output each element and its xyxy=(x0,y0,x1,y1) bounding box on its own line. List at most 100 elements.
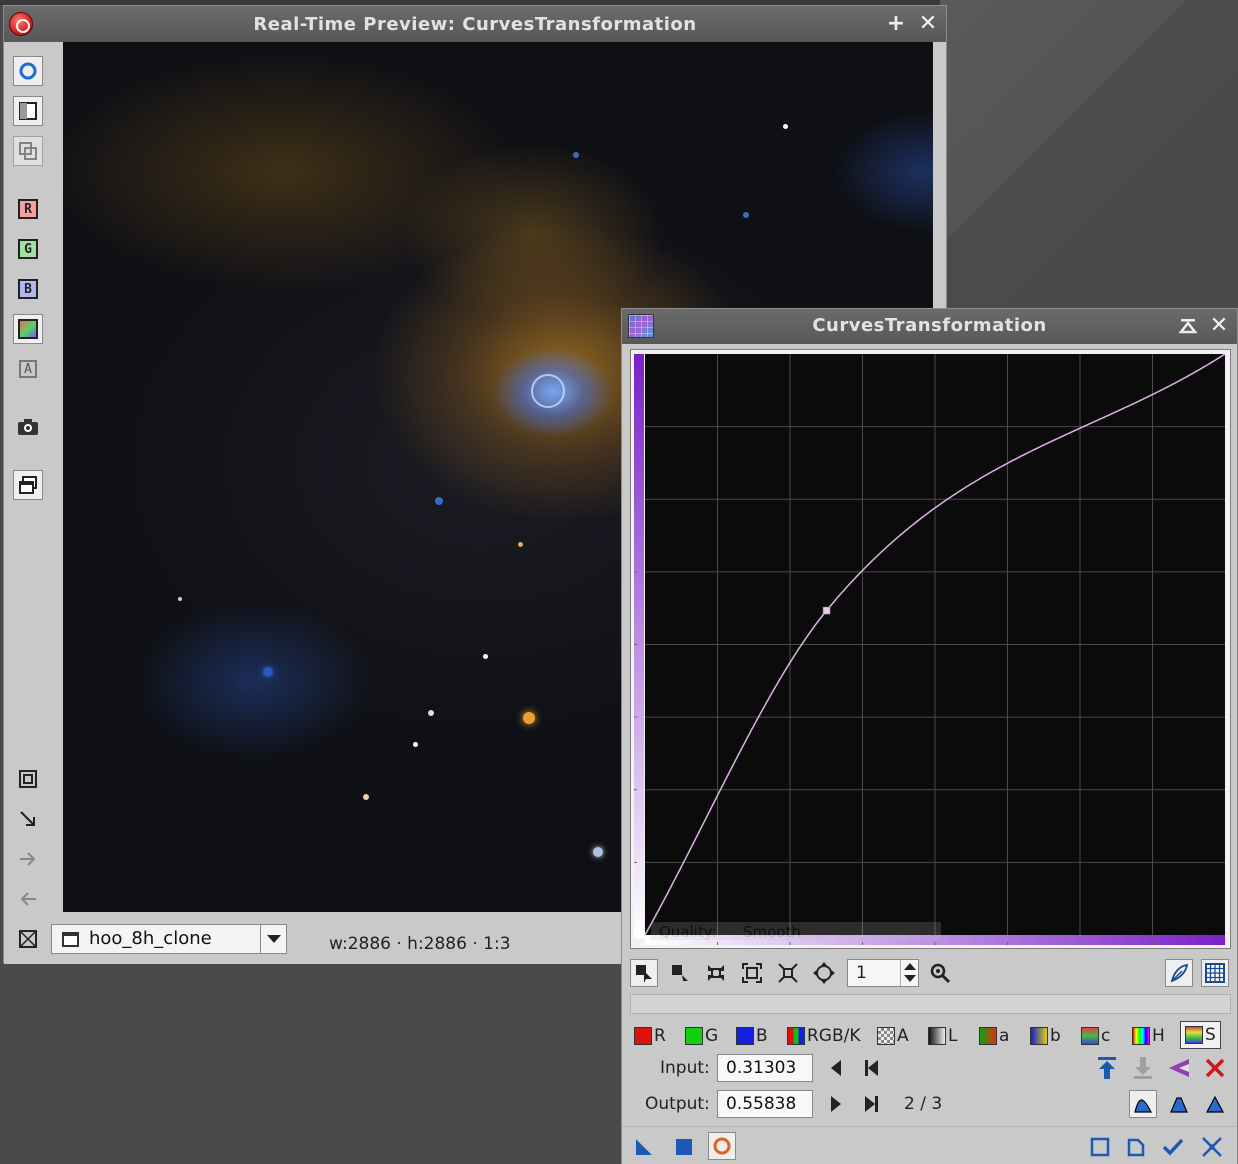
star xyxy=(263,667,273,677)
channel-r-label: R xyxy=(18,199,38,219)
invert-button[interactable] xyxy=(1165,1054,1193,1082)
interp-cubic-button[interactable] xyxy=(1129,1090,1157,1118)
bar-icon xyxy=(874,1096,878,1112)
curves-close-icon[interactable]: ✕ xyxy=(1208,315,1230,337)
zoom-button[interactable] xyxy=(926,959,954,987)
channel-s[interactable]: S xyxy=(1180,1021,1221,1049)
channel-b[interactable]: B xyxy=(736,1023,768,1049)
preview-title: Real-Time Preview: CurvesTransformation xyxy=(253,14,697,35)
input-field[interactable]: 0.31303 xyxy=(717,1054,813,1082)
view-selector[interactable]: hoo_8h_clone xyxy=(51,924,287,954)
forward-button[interactable] xyxy=(13,844,43,874)
swatch-alpha xyxy=(877,1027,895,1045)
circle-icon xyxy=(19,62,37,80)
preview-close-icon[interactable]: ✕ xyxy=(917,13,939,35)
fit-window-button[interactable] xyxy=(13,924,43,954)
checkmark-icon xyxy=(1162,1138,1184,1156)
zoom-fit-button[interactable] xyxy=(13,764,43,794)
curve-point-selected[interactable] xyxy=(822,606,831,615)
next-point-button[interactable] xyxy=(822,1090,850,1118)
view-selector-label: hoo_8h_clone xyxy=(89,928,212,949)
half-screen-icon xyxy=(19,102,37,120)
swatch-b-lab xyxy=(1030,1027,1048,1045)
output-field[interactable]: 0.55838 xyxy=(717,1090,813,1118)
channel-a-lab-label: a xyxy=(999,1026,1010,1046)
interp-linear-button[interactable] xyxy=(1201,1090,1229,1118)
channel-rgb-button[interactable] xyxy=(13,314,43,344)
arrow-up-bar-icon xyxy=(1098,1057,1116,1079)
collapse-arrows-icon xyxy=(1202,1137,1222,1157)
collapse-button[interactable] xyxy=(1198,1133,1226,1161)
curves-titlebar[interactable]: CurvesTransformation ✕ xyxy=(622,309,1237,344)
new-window-button[interactable] xyxy=(13,470,43,500)
channel-r-button[interactable]: R xyxy=(13,194,43,224)
mountain-mid-icon xyxy=(1170,1097,1188,1113)
contract-icon xyxy=(778,963,798,983)
show-histogram-button[interactable] xyxy=(1165,959,1193,987)
move-cross-icon xyxy=(813,962,835,984)
select-cursor-icon xyxy=(672,965,688,981)
channel-b-lab-label: b xyxy=(1050,1026,1061,1046)
channel-rgbk[interactable]: RGB/K xyxy=(787,1023,861,1049)
show-grid-button[interactable] xyxy=(1201,959,1229,987)
bubble-nebula-star xyxy=(531,374,565,408)
channel-a-lab[interactable]: a xyxy=(979,1023,1009,1049)
store-button[interactable] xyxy=(1093,1054,1121,1082)
preview-mode-button[interactable] xyxy=(13,96,43,126)
real-time-preview-button[interactable] xyxy=(708,1132,736,1160)
restore-button[interactable] xyxy=(1129,1054,1157,1082)
document-icon xyxy=(1127,1138,1145,1157)
curve-graph[interactable]: Quality: Smooth xyxy=(630,349,1231,949)
grid-icon xyxy=(1205,963,1225,983)
compare-button[interactable] xyxy=(13,136,43,166)
star xyxy=(593,847,603,857)
channel-c-label: c xyxy=(1101,1026,1111,1046)
channel-g-button[interactable]: G xyxy=(13,234,43,264)
browse-doc-button[interactable] xyxy=(1122,1133,1150,1161)
channel-h[interactable]: H xyxy=(1132,1023,1165,1049)
back-button[interactable] xyxy=(13,884,43,914)
channel-l[interactable]: L xyxy=(928,1023,957,1049)
preview-titlebar[interactable]: Real-Time Preview: CurvesTransformation … xyxy=(4,6,946,42)
zoom-reset-button[interactable] xyxy=(774,959,802,987)
pan-button[interactable] xyxy=(810,959,838,987)
reset-button[interactable] xyxy=(1086,1133,1114,1161)
channel-c[interactable]: c xyxy=(1081,1023,1110,1049)
first-point-button[interactable] xyxy=(857,1054,885,1082)
real-time-toggle-button[interactable] xyxy=(13,56,43,86)
curves-title: CurvesTransformation xyxy=(812,315,1047,336)
swatch-b xyxy=(736,1027,754,1045)
select-mode-button[interactable] xyxy=(666,959,694,987)
zoom-spinbox[interactable]: 1 xyxy=(847,959,919,987)
interp-akima-button[interactable] xyxy=(1165,1090,1193,1118)
channel-g[interactable]: G xyxy=(685,1023,718,1049)
arrow-down-bar-icon xyxy=(1134,1057,1152,1079)
last-point-button[interactable] xyxy=(857,1090,885,1118)
pin-plus-icon[interactable]: + xyxy=(885,13,907,35)
chevron-down-icon[interactable] xyxy=(260,925,286,953)
square-apply-icon xyxy=(676,1139,692,1155)
edit-cursor-icon xyxy=(636,965,652,983)
zoom-fit-button-2[interactable] xyxy=(738,959,766,987)
zoom-rect-button[interactable] xyxy=(702,959,730,987)
curve-graph-svg[interactable]: Quality: Smooth xyxy=(631,350,1230,948)
channel-a-button[interactable]: A xyxy=(13,354,43,384)
channel-b-lab[interactable]: b xyxy=(1030,1023,1061,1049)
previous-point-button[interactable] xyxy=(822,1054,850,1082)
spin-arrows-icon[interactable] xyxy=(900,960,918,986)
delete-point-button[interactable] xyxy=(1201,1054,1229,1082)
ghost-quality-label: Quality: xyxy=(659,923,717,941)
apply-button[interactable] xyxy=(1159,1133,1187,1161)
edit-mode-button[interactable] xyxy=(630,959,658,987)
shade-icon[interactable] xyxy=(1177,316,1199,341)
channel-l-label: L xyxy=(948,1026,958,1046)
channel-g-label: G xyxy=(705,1026,719,1046)
snapshot-button[interactable] xyxy=(13,412,43,442)
new-instance-button[interactable] xyxy=(630,1133,658,1161)
image-window-icon xyxy=(62,932,79,947)
channel-b-button[interactable]: B xyxy=(13,274,43,304)
zoom-in-button[interactable] xyxy=(13,804,43,834)
channel-r[interactable]: R xyxy=(634,1023,666,1049)
apply-global-button[interactable] xyxy=(670,1133,698,1161)
channel-alpha[interactable]: A xyxy=(877,1023,909,1049)
